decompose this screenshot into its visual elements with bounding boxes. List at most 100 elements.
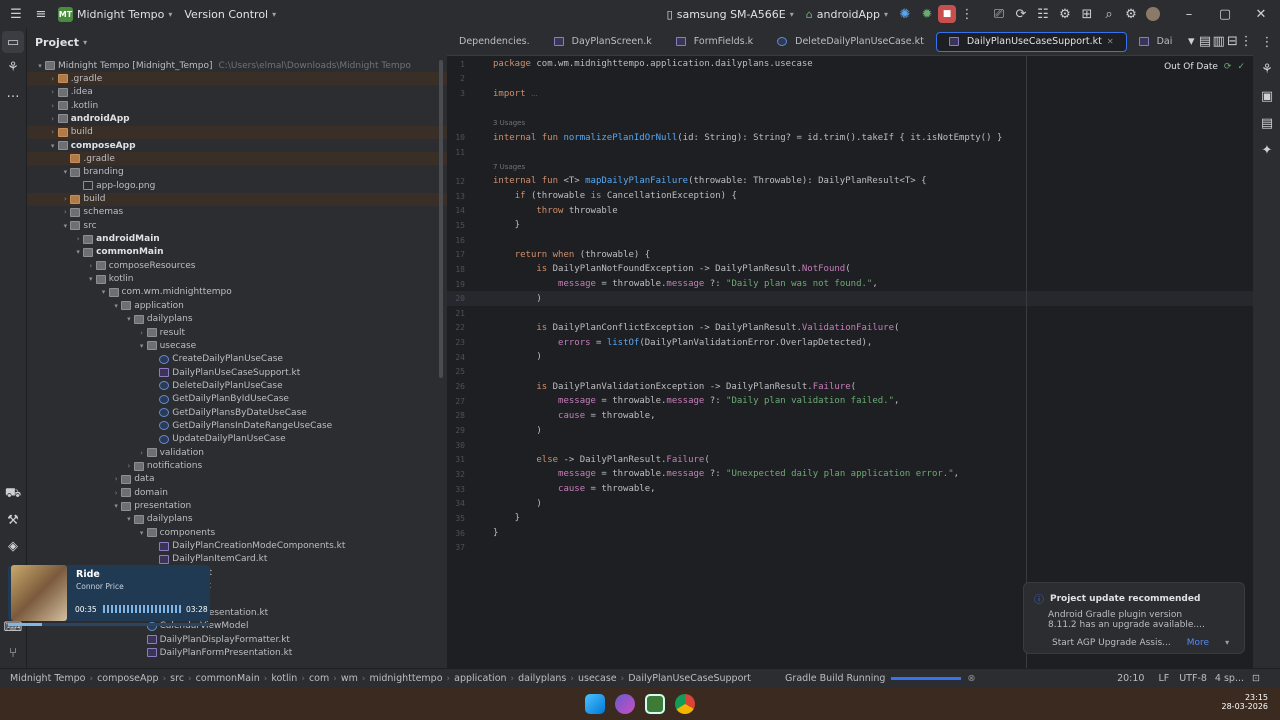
project-switcher[interactable]: MT Midnight Tempo ▾ (58, 6, 172, 22)
avatar[interactable] (1146, 7, 1160, 21)
code-line[interactable]: 33 cause = throwable, (447, 482, 1253, 497)
tree-item[interactable]: › validation (27, 446, 447, 459)
device-manager-icon[interactable]: ⎚ (988, 3, 1010, 25)
editor-tab[interactable]: Dai (1127, 28, 1185, 56)
tree-item[interactable]: ▾ composeApp (27, 139, 447, 152)
settings-icon[interactable]: ⚙ (1120, 3, 1142, 25)
caret-position[interactable]: 20:10 (1117, 673, 1144, 684)
breadcrumb-item[interactable]: kotlin (271, 673, 297, 684)
tree-item[interactable]: › .gradle (27, 72, 447, 86)
tree-item[interactable]: DailyPlanItemCard.kt (27, 553, 447, 566)
system-clock[interactable]: 23:15 28-03-2026 (1222, 693, 1269, 711)
breadcrumb-item[interactable]: Midnight Tempo (10, 673, 85, 684)
tree-item[interactable]: › result (27, 326, 447, 339)
code-line[interactable]: 14 throw throwable (447, 204, 1253, 219)
build-tool-icon[interactable]: ⚒ (2, 509, 24, 531)
expand-arrow-icon[interactable]: ▾ (60, 168, 70, 176)
tree-item[interactable]: app-logo.png (27, 179, 447, 192)
hamburger-menu-icon[interactable]: ☰ (6, 3, 26, 25)
expand-arrow-icon[interactable]: › (137, 329, 147, 337)
code-line[interactable]: 35 } (447, 511, 1253, 526)
tree-item[interactable]: ▾ application (27, 299, 447, 312)
tree-item[interactable]: GetDailyPlansInDateRangeUseCase (27, 419, 447, 432)
stop-icon[interactable]: ■ (938, 5, 956, 23)
code-line[interactable]: 31 else -> DailyPlanResult. Failure( (447, 453, 1253, 468)
tree-item[interactable]: ▾ components (27, 526, 447, 539)
chrome-icon[interactable] (675, 694, 695, 714)
tree-item[interactable]: › data (27, 473, 447, 486)
tree-scrollbar[interactable] (439, 60, 443, 378)
tree-item[interactable]: ▾ kotlin (27, 273, 447, 286)
split-icon[interactable]: ▥ (1212, 31, 1226, 53)
expand-arrow-icon[interactable]: ▾ (35, 62, 45, 70)
maximize-icon[interactable]: ▢ (1214, 3, 1236, 25)
breadcrumb-item[interactable]: wm (341, 673, 358, 684)
code-line[interactable]: 37 (447, 540, 1253, 555)
tree-item[interactable]: CreateDailyPlanUseCase (27, 353, 447, 366)
breadcrumb-item[interactable]: commonMain (196, 673, 260, 684)
code-line[interactable]: 11 (447, 145, 1253, 160)
search-icon[interactable]: ⌕ (1098, 3, 1120, 25)
tree-item[interactable]: › .idea (27, 86, 447, 99)
tree-item[interactable]: .gradle (27, 152, 447, 166)
expand-arrow-icon[interactable]: ▾ (60, 222, 70, 230)
media-player-widget[interactable]: Ride Connor Price 00:35 03:28 (8, 565, 210, 626)
tree-item[interactable]: › domain (27, 486, 447, 499)
breadcrumb-item[interactable]: composeApp (97, 673, 159, 684)
debug-icon[interactable]: ✹ (916, 3, 938, 25)
expand-arrow-icon[interactable]: ▾ (124, 315, 134, 323)
notifications-icon[interactable]: ⋮ (1256, 31, 1278, 53)
code-line[interactable]: 15 } (447, 218, 1253, 233)
expand-arrow-icon[interactable]: ▾ (48, 142, 58, 150)
gem-icon[interactable]: ◈ (2, 535, 24, 557)
main-menu-icon[interactable]: ≡ (30, 3, 52, 25)
tree-item[interactable]: ▾ Midnight Tempo [Midnight_Tempo] C:\Users… (27, 59, 447, 72)
code-line[interactable]: 16 (447, 233, 1253, 248)
reader-mode-icon[interactable]: ▤ (1198, 31, 1212, 53)
tree-item[interactable]: ▾ dailyplans (27, 513, 447, 526)
code-line[interactable]: 3 import ... (447, 86, 1253, 101)
tree-item[interactable]: › androidMain (27, 233, 447, 246)
expand-arrow-icon[interactable]: › (60, 208, 70, 216)
start-agp-upgrade-link[interactable]: Start AGP Upgrade Assis... (1052, 638, 1171, 648)
background-task-label[interactable]: Gradle Build Running (785, 673, 885, 684)
more-link[interactable]: More (1187, 638, 1209, 648)
expand-arrow-icon[interactable]: ▾ (137, 342, 147, 350)
close-tab-icon[interactable]: ✕ (1107, 37, 1114, 46)
breadcrumb-item[interactable]: usecase (578, 673, 617, 684)
cancel-task-icon[interactable]: ⊗ (967, 673, 975, 684)
apply-changes-icon[interactable]: ✺ (894, 3, 916, 25)
android-studio-icon[interactable] (645, 694, 665, 714)
breadcrumb-item[interactable]: com (309, 673, 329, 684)
run-config-selector[interactable]: ⌂ androidApp ▾ (806, 8, 888, 21)
code-line[interactable]: 7 Usages (447, 160, 1253, 175)
breadcrumb-item[interactable]: DailyPlanUseCaseSupport (628, 673, 751, 684)
expand-arrow-icon[interactable]: › (48, 75, 58, 83)
tree-item[interactable]: DeleteDailyPlanUseCase (27, 379, 447, 392)
tree-item[interactable]: CalendarViewModel (27, 620, 447, 633)
editor-tab[interactable]: DeleteDailyPlanUseCase.kt (765, 28, 936, 56)
expand-arrow-icon[interactable]: › (111, 489, 121, 497)
copilot-icon[interactable] (615, 694, 635, 714)
expand-arrow-icon[interactable]: › (137, 449, 147, 457)
build-variants-icon[interactable]: ⛟ (2, 483, 24, 505)
code-line[interactable]: 17 return when (throwable) { (447, 247, 1253, 262)
code-line[interactable]: 22 is DailyPlanConflictException -> Dail… (447, 321, 1253, 336)
tree-item[interactable]: › .kotlin (27, 99, 447, 112)
code-line[interactable]: 10 internal fun normalizePlanIdOrNull (id:… (447, 130, 1253, 145)
code-line[interactable]: 20 ) (447, 291, 1253, 306)
lock-icon[interactable]: ⊡ (1252, 673, 1260, 684)
breadcrumb-item[interactable]: dailyplans (518, 673, 566, 684)
breadcrumb-item[interactable]: midnighttempo (369, 673, 442, 684)
structure-tool-icon[interactable]: ⚘ (2, 56, 24, 78)
code-line[interactable]: 3 Usages (447, 116, 1253, 131)
tree-item[interactable]: › notifications (27, 460, 447, 473)
tree-item[interactable]: ▾ branding (27, 166, 447, 179)
tree-item[interactable]: › schemas (27, 206, 447, 219)
tree-item[interactable]: ▾ usecase (27, 339, 447, 352)
expand-arrow-icon[interactable]: › (48, 102, 58, 110)
editor-tab[interactable]: FormFields.k (664, 28, 765, 56)
more-tools-icon[interactable]: … (2, 82, 24, 104)
expand-arrow-icon[interactable]: › (73, 235, 83, 243)
tree-item[interactable]: › composeResources (27, 259, 447, 272)
